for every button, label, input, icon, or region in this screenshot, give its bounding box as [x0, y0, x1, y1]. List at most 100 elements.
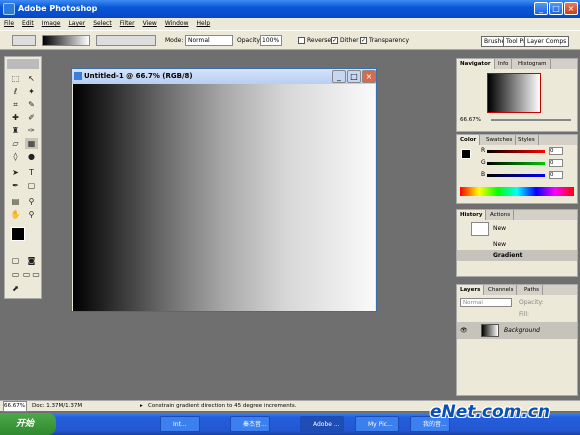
- history-buttons[interactable]: [517, 266, 573, 274]
- eye-icon[interactable]: 👁: [460, 327, 468, 334]
- maximize-button[interactable]: □: [549, 2, 563, 15]
- foreground-color[interactable]: [11, 227, 25, 241]
- taskbar-item-photoshop[interactable]: Adobe ...: [300, 416, 344, 432]
- doc-minimize-button[interactable]: _: [332, 70, 346, 83]
- navigator-thumbnail[interactable]: [487, 73, 541, 113]
- history-item-selected[interactable]: Gradient: [457, 250, 577, 261]
- color-spectrum-bar[interactable]: [460, 187, 574, 196]
- healing-brush-icon[interactable]: ✚: [9, 112, 22, 123]
- taskbar-item-ie[interactable]: Int...: [160, 416, 200, 432]
- menu-window[interactable]: Window: [161, 18, 193, 30]
- dodge-tool-icon[interactable]: ●: [25, 151, 38, 162]
- eyedropper-icon[interactable]: ⚲: [25, 196, 38, 207]
- document-title-bar: Untitled-1 @ 66.7% (RGB/8): [72, 69, 376, 84]
- layer-row[interactable]: 👁 Background: [457, 322, 577, 339]
- tab-layers[interactable]: Layers: [457, 285, 485, 295]
- menu-view[interactable]: View: [139, 18, 161, 30]
- transparency-checkbox[interactable]: ✓: [360, 37, 367, 44]
- tool-preset-picker[interactable]: [12, 35, 36, 46]
- menu-layer[interactable]: Layer: [64, 18, 89, 30]
- slice-tool-icon[interactable]: ✎: [25, 99, 38, 110]
- imageready-icon[interactable]: ⬈: [9, 283, 22, 294]
- opacity-label: Opacity:: [237, 37, 262, 44]
- doc-maximize-button[interactable]: □: [347, 70, 361, 83]
- clone-stamp-icon[interactable]: ♜: [9, 125, 22, 136]
- color-fg-swatch[interactable]: [461, 149, 471, 159]
- hand-tool-icon[interactable]: ✋: [9, 209, 22, 220]
- pen-tool-icon[interactable]: ✒: [9, 180, 22, 191]
- crop-tool-icon[interactable]: ⌗: [9, 99, 22, 110]
- blend-mode-select[interactable]: Normal: [460, 298, 512, 307]
- play-icon[interactable]: ▸: [140, 401, 143, 411]
- layer-name[interactable]: Background: [504, 327, 540, 334]
- menu-edit[interactable]: Edit: [18, 18, 38, 30]
- eraser-tool-icon[interactable]: ▱: [9, 138, 22, 149]
- tab-history[interactable]: History: [457, 210, 487, 220]
- gradient-picker[interactable]: [42, 35, 90, 46]
- menu-filter[interactable]: Filter: [116, 18, 139, 30]
- taskbar-item-mypictures[interactable]: My Pic...: [355, 416, 399, 432]
- history-snapshot-label[interactable]: New: [493, 225, 506, 232]
- photoshop-app-icon: [3, 3, 15, 15]
- layer-thumbnail: [481, 324, 499, 337]
- transparency-label: Transparency: [369, 37, 410, 44]
- tab-info[interactable]: Info: [495, 59, 513, 69]
- move-tool-icon[interactable]: ↖: [25, 73, 38, 84]
- layer-comps-well[interactable]: Layer Comps: [524, 36, 570, 47]
- tab-navigator[interactable]: Navigator: [457, 59, 495, 69]
- path-selection-icon[interactable]: ➤: [9, 167, 22, 178]
- gradient-canvas[interactable]: [73, 84, 375, 311]
- green-value[interactable]: 0: [549, 159, 563, 167]
- tab-histogram[interactable]: Histogram: [515, 59, 551, 69]
- document-title: Untitled-1 @ 66.7% (RGB/8): [84, 72, 193, 80]
- minimize-button[interactable]: _: [534, 2, 548, 15]
- zoom-tool-icon[interactable]: ⚲: [25, 209, 38, 220]
- menu-select[interactable]: Select: [89, 18, 116, 30]
- shape-tool-icon[interactable]: ▢: [25, 180, 38, 191]
- navigator-zoom-slider[interactable]: [491, 119, 571, 121]
- mode-select[interactable]: Normal: [185, 35, 233, 46]
- tab-paths[interactable]: Paths: [521, 285, 543, 295]
- notes-tool-icon[interactable]: ▤: [9, 196, 22, 207]
- history-item[interactable]: New: [457, 239, 577, 250]
- tab-color[interactable]: Color: [457, 135, 481, 145]
- brush-tool-icon[interactable]: ✐: [25, 112, 38, 123]
- reverse-checkbox[interactable]: [298, 37, 305, 44]
- blur-tool-icon[interactable]: ◊: [9, 151, 22, 162]
- doc-close-button[interactable]: ×: [362, 70, 376, 83]
- lasso-tool-icon[interactable]: ℓ: [9, 86, 22, 97]
- dither-checkbox[interactable]: ✓: [331, 37, 338, 44]
- close-button[interactable]: ×: [564, 2, 578, 15]
- screen-mode-3-icon[interactable]: ▭: [31, 269, 41, 280]
- gradient-type-buttons[interactable]: [96, 35, 156, 46]
- history-brush-icon[interactable]: ✑: [25, 125, 38, 136]
- type-tool-icon[interactable]: T: [25, 167, 38, 178]
- quick-mask-icon[interactable]: ◙: [25, 255, 38, 266]
- opacity-input[interactable]: 100%: [260, 35, 282, 46]
- start-button[interactable]: 开始: [0, 413, 56, 435]
- blue-value[interactable]: 0: [549, 171, 563, 179]
- menu-help[interactable]: Help: [193, 18, 215, 30]
- taskbar-item-music[interactable]: 秦杰音...: [230, 416, 270, 432]
- red-slider[interactable]: [487, 150, 545, 153]
- navigator-zoom[interactable]: 66.67%: [460, 117, 481, 123]
- watermark-logo: eNet.com.cn: [430, 402, 550, 422]
- marquee-tool-icon[interactable]: ⬚: [9, 73, 22, 84]
- magic-wand-icon[interactable]: ✦: [25, 86, 38, 97]
- blue-slider[interactable]: [487, 174, 545, 177]
- menu-image[interactable]: Image: [38, 18, 65, 30]
- layer-fill-label: Fill:: [519, 311, 530, 318]
- history-snapshot-thumb[interactable]: [471, 222, 489, 236]
- tab-channels[interactable]: Channels: [485, 285, 518, 295]
- standard-mode-icon[interactable]: ▢: [9, 255, 22, 266]
- red-value[interactable]: 0: [549, 147, 563, 155]
- tab-swatches[interactable]: Swatches: [483, 135, 517, 145]
- menu-file[interactable]: File: [0, 18, 18, 30]
- status-doc-size: Doc: 1.37M/1.37M: [32, 403, 83, 409]
- document-window: Untitled-1 @ 66.7% (RGB/8) _ □ ×: [71, 68, 377, 312]
- status-zoom[interactable]: 66.67%: [3, 401, 27, 412]
- green-slider[interactable]: [487, 162, 545, 165]
- tab-actions[interactable]: Actions: [487, 210, 515, 220]
- gradient-tool-icon[interactable]: ▦: [25, 138, 38, 149]
- tab-styles[interactable]: Styles: [515, 135, 539, 145]
